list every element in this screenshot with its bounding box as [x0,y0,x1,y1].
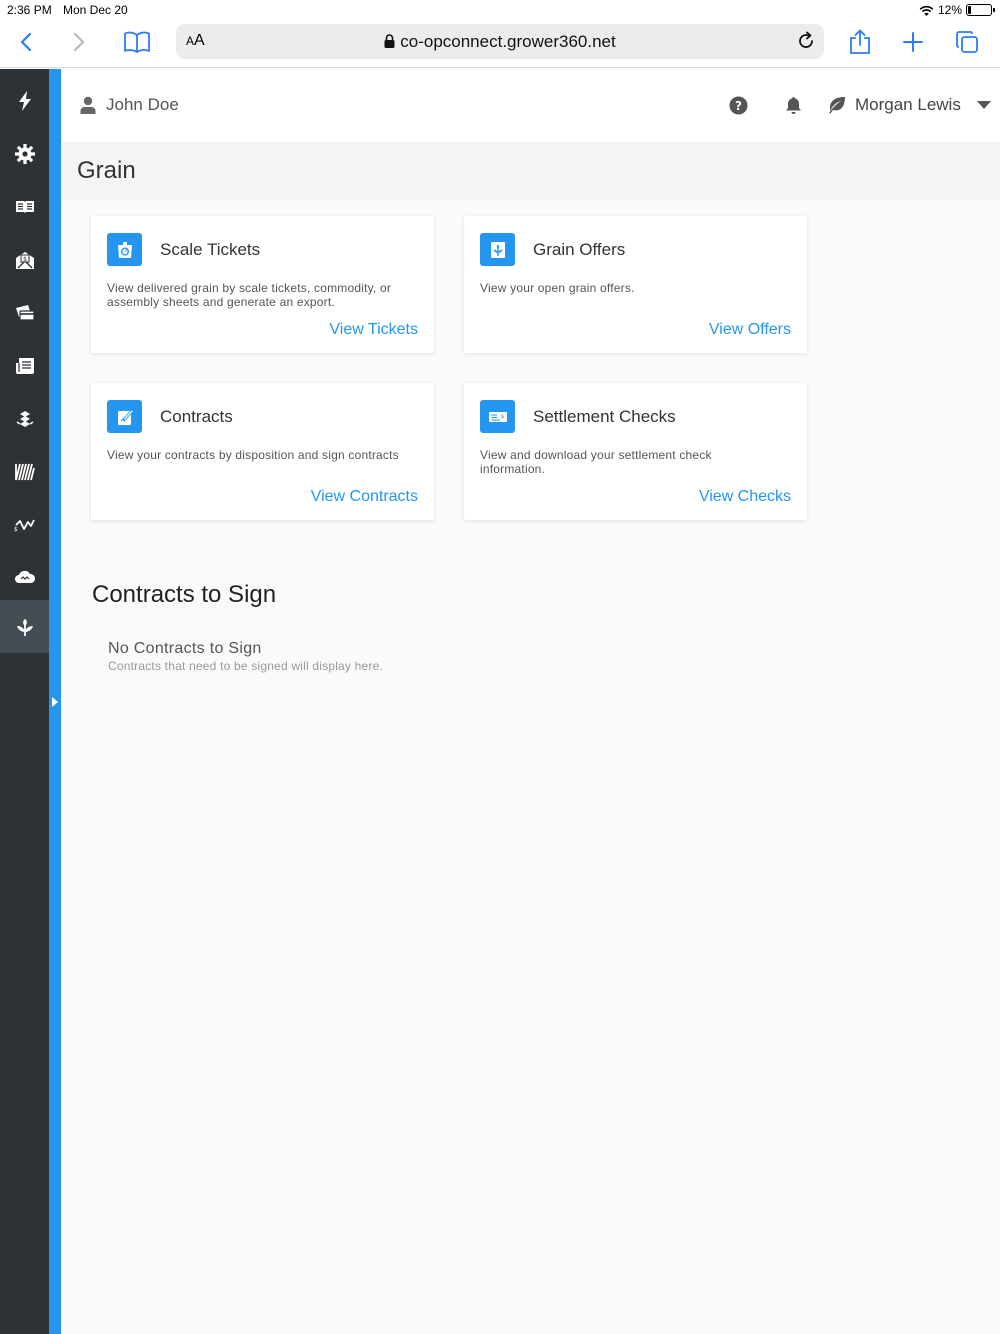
ios-status-bar: 2:36 PM Mon Dec 20 12% [0,0,1000,20]
sidebar-item-settings[interactable] [0,127,49,180]
gear-icon [14,143,35,164]
svg-text:$: $ [500,414,504,420]
check-icon: $ [480,400,515,433]
card-scale-tickets: Scale Tickets View delivered grain by sc… [91,216,434,353]
chevron-down-icon [976,101,991,109]
card-title: Scale Tickets [160,240,261,259]
wifi-icon [919,5,934,16]
user-menu[interactable]: John Doe [80,95,179,115]
status-date: Mon Dec 20 [63,3,128,17]
page-title: Grain [77,157,136,184]
help-icon[interactable]: ? [729,96,748,115]
grain-offer-icon [480,233,515,266]
tabs-icon [956,31,978,53]
back-icon [20,32,32,52]
sidebar-item-documents[interactable] [0,339,49,392]
markets-icon: $ [14,519,35,532]
share-button[interactable] [842,24,878,60]
new-tab-button[interactable] [895,24,931,60]
svg-text:$: $ [14,526,18,532]
card-contracts: Contracts View your contracts by disposi… [91,383,434,520]
sidebar-item-fields[interactable] [0,445,49,498]
card-grain-offers: Grain Offers View your open grain offers… [464,216,807,353]
bookmarks-icon [124,31,150,53]
contracts-to-sign-heading: Contracts to Sign [92,581,277,608]
sidebar-item-weather[interactable] [0,551,49,604]
agronomy-icon [16,410,33,427]
svg-text:?: ? [735,99,742,113]
sidebar-item-agronomy[interactable] [0,392,49,445]
weather-icon [14,570,35,583]
svg-text:$: $ [23,256,27,263]
sidebar-item-markets[interactable]: $ [0,498,49,551]
account-name: Morgan Lewis [855,95,961,114]
sidebar-item-statements[interactable]: $ [0,233,49,286]
user-icon [80,96,96,114]
card-title: Contracts [160,407,233,426]
page-title-bar: Grain [61,142,1000,200]
tabs-button[interactable] [949,24,985,60]
sidebar-toggle-strip[interactable] [49,69,61,1334]
empty-state-subtitle: Contracts that need to be signed will di… [108,659,384,673]
share-icon [850,29,870,54]
fields-icon [14,463,35,480]
sidebar-item-grain[interactable] [0,600,49,653]
sidebar-item-dashboard[interactable] [0,74,49,127]
browser-toolbar: AA co-opconnect.grower360.net [0,20,1000,68]
card-title: Grain Offers [533,240,626,259]
lightning-icon [18,90,31,111]
view-checks-link[interactable]: View Checks [699,488,791,506]
statements-icon: $ [15,251,34,269]
new-tab-icon [903,32,923,52]
card-description: View and download your settlement check … [480,448,712,476]
scale-icon [107,233,142,266]
card-description: View delivered grain by scale tickets, c… [107,281,392,309]
address-bar[interactable]: AA co-opconnect.grower360.net [176,24,824,59]
forward-button[interactable] [61,24,97,60]
lock-icon [384,34,395,48]
empty-state-title: No Contracts to Sign [108,640,262,657]
card-settlement-checks: $ Settlement Checks View and download yo… [464,383,807,520]
url-text[interactable]: co-opconnect.grower360.net [176,32,824,52]
payments-icon [15,304,35,321]
news-icon [15,200,34,213]
documents-icon [15,357,34,374]
forward-icon [73,32,85,52]
bookmarks-button[interactable] [119,24,155,60]
battery-icon [966,4,995,16]
back-button[interactable] [8,24,44,60]
app-header: John Doe ? Morgan Lewis [61,69,1000,142]
user-name: John Doe [106,95,179,114]
expand-arrow-icon [52,697,58,707]
sidebar-item-payments[interactable] [0,286,49,339]
view-tickets-link[interactable]: View Tickets [329,321,418,339]
battery-percent: 12% [937,3,962,17]
view-offers-link[interactable]: View Offers [709,321,791,339]
account-switcher[interactable]: Morgan Lewis [827,95,991,115]
grain-icon [16,618,33,636]
reload-icon[interactable] [796,31,816,51]
app-sidebar: $ $ [0,69,49,1334]
card-description: View your contracts by disposition and s… [107,448,399,462]
contract-sign-icon [107,400,142,433]
status-right: 12% [919,3,995,17]
status-time: 2:36 PM [7,3,52,17]
view-contracts-link[interactable]: View Contracts [311,488,418,506]
leaf-icon [829,97,845,114]
sidebar-item-news[interactable] [0,180,49,233]
bell-icon[interactable] [785,96,802,115]
card-description: View your open grain offers. [480,281,635,295]
card-title: Settlement Checks [533,407,676,426]
